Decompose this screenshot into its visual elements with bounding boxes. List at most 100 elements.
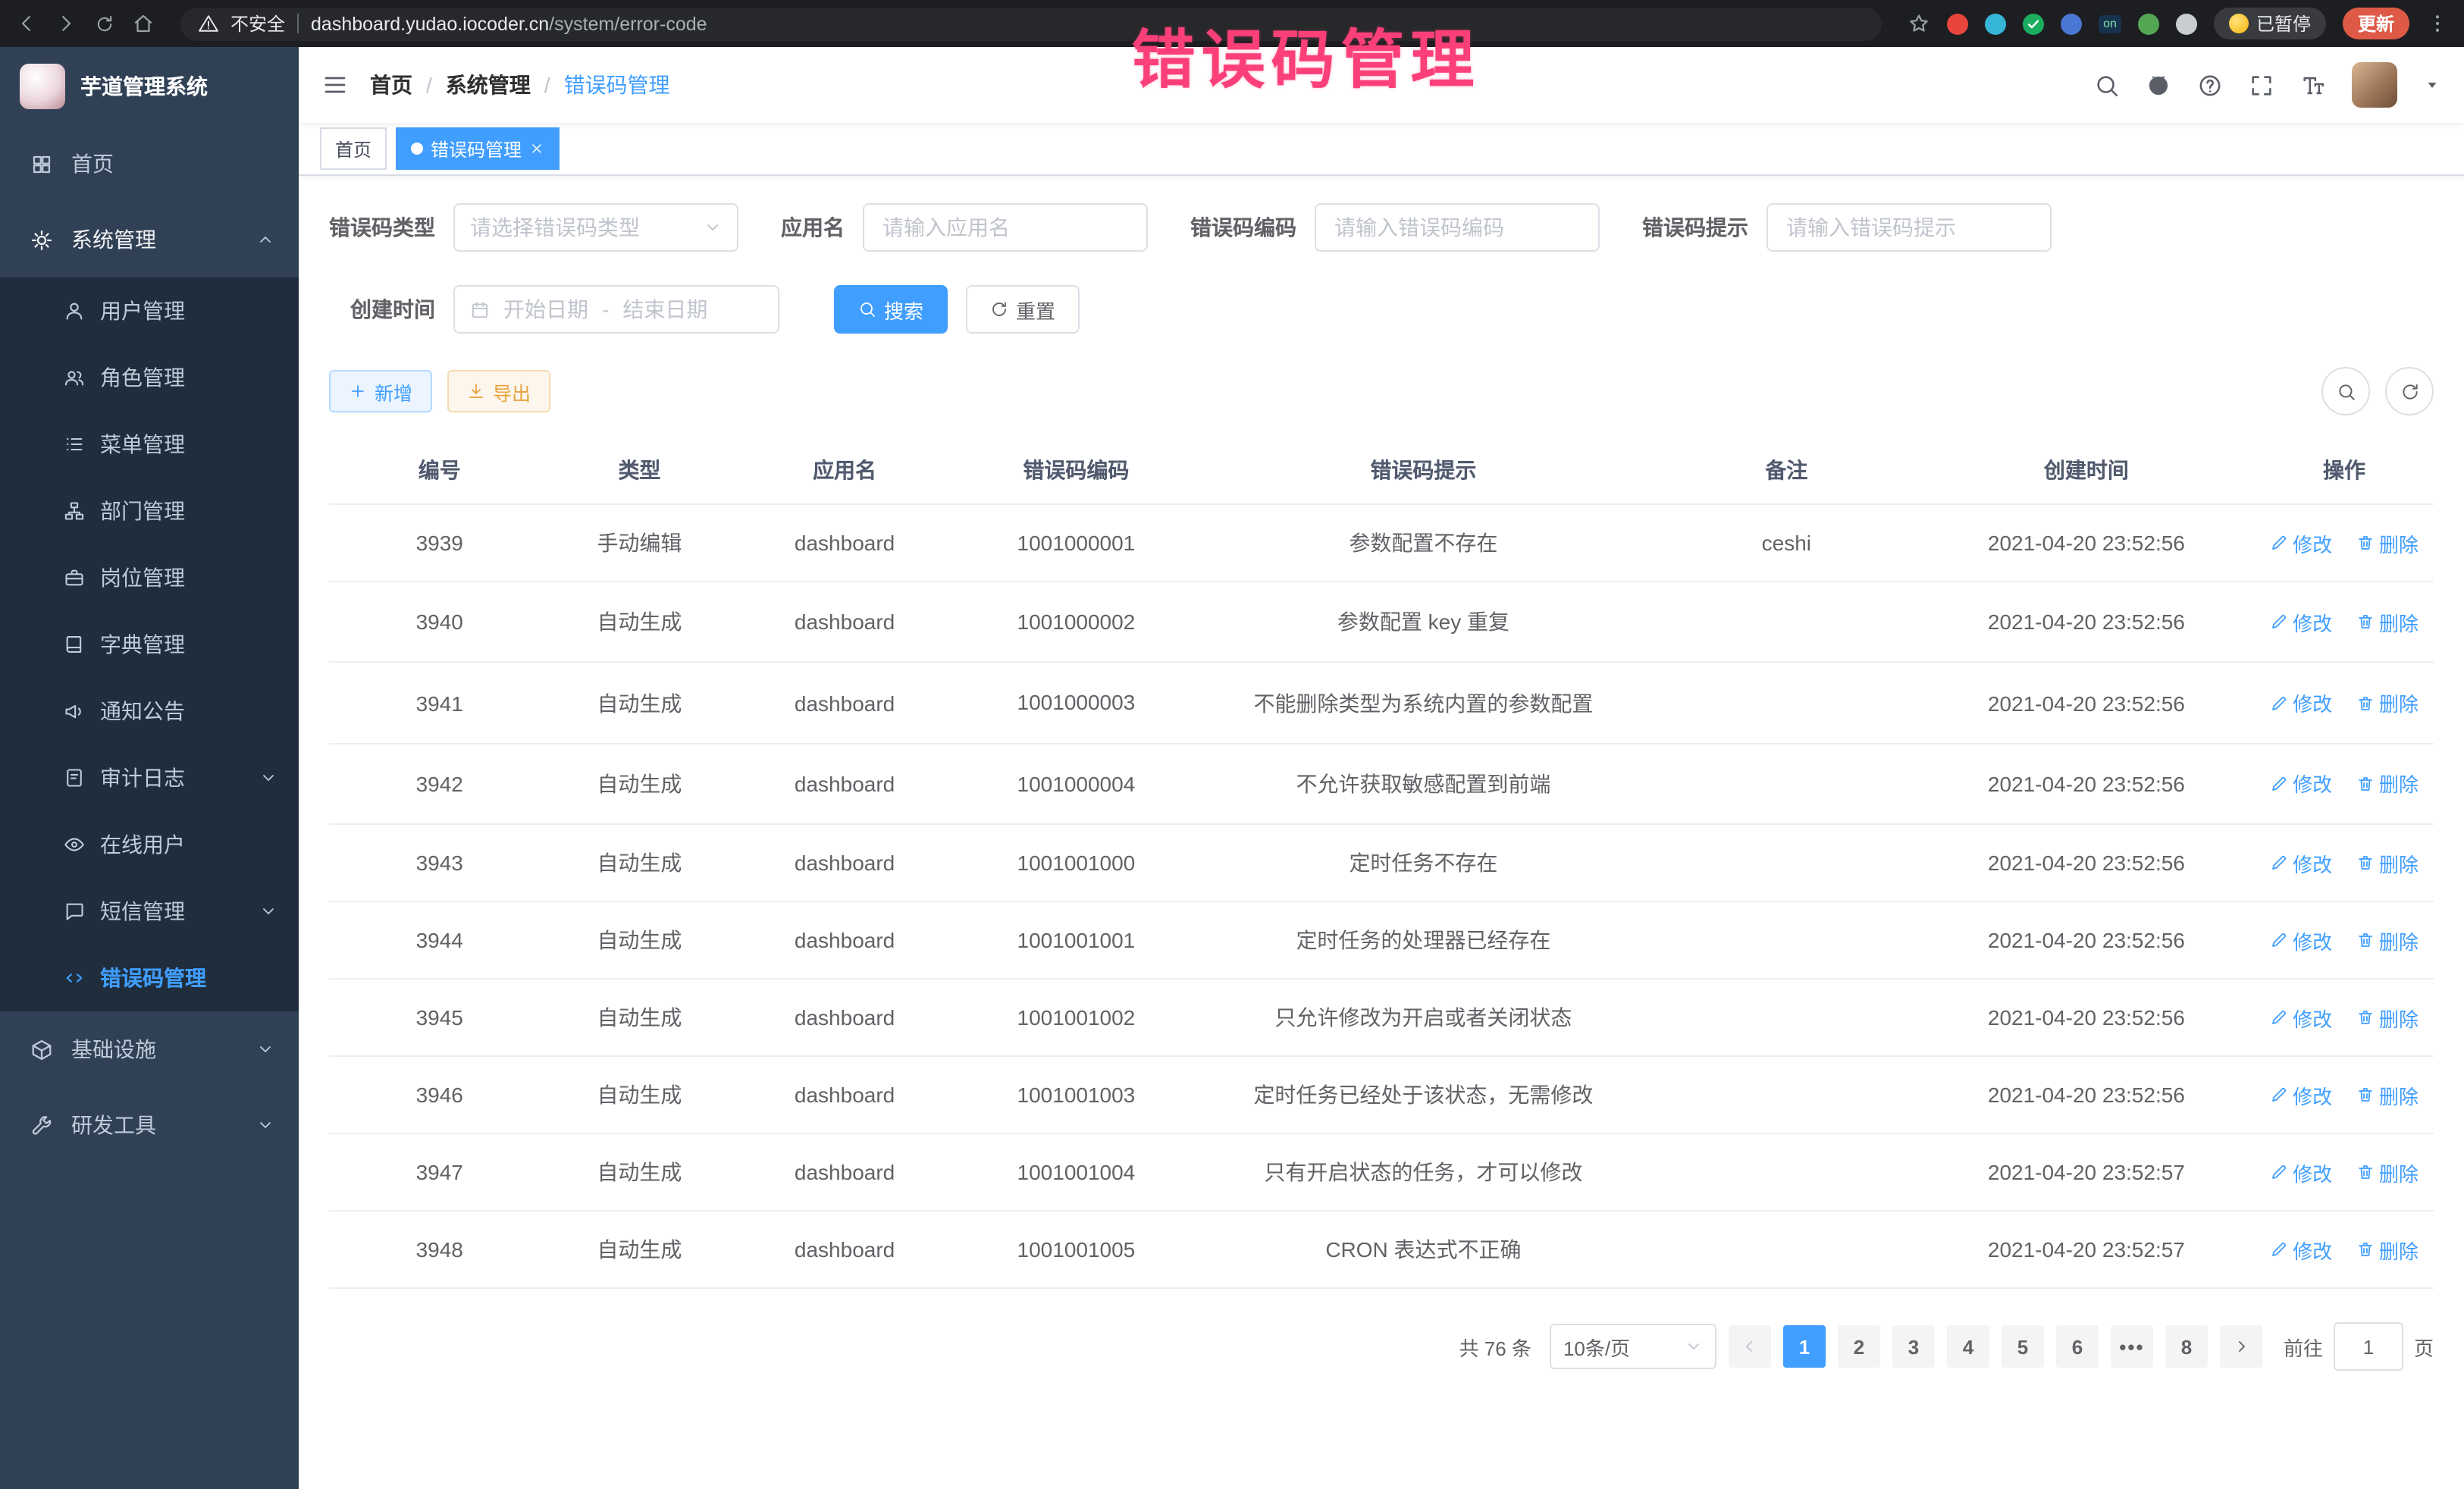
sidebar-subitem[interactable]: 通知公告: [0, 678, 299, 744]
delete-link[interactable]: 删除: [2356, 770, 2419, 798]
edit-link[interactable]: 修改: [2270, 528, 2332, 557]
hamburger-icon[interactable]: [321, 71, 349, 99]
breadcrumb-current: 错误码管理: [564, 70, 670, 100]
page-button-3[interactable]: 3: [1892, 1325, 1935, 1368]
browser-menu-dots-icon[interactable]: [2426, 12, 2449, 35]
fullscreen-icon[interactable]: [2249, 72, 2274, 98]
tab-home[interactable]: 首页: [320, 127, 387, 170]
edit-link[interactable]: 修改: [2270, 1235, 2332, 1264]
toggle-search-button[interactable]: [2321, 367, 2370, 415]
delete-link[interactable]: 删除: [2356, 848, 2419, 877]
edit-link[interactable]: 修改: [2270, 848, 2332, 877]
delete-link[interactable]: 删除: [2356, 607, 2419, 636]
delete-link[interactable]: 删除: [2356, 1003, 2419, 1032]
cell-code: 1001001005: [961, 1211, 1192, 1288]
extension-leaf-icon[interactable]: [2138, 13, 2159, 34]
avatar-caret-down-icon[interactable]: [2423, 76, 2441, 94]
edit-link[interactable]: 修改: [2270, 1080, 2332, 1109]
next-page-button[interactable]: [2220, 1325, 2262, 1368]
delete-link[interactable]: 删除: [2356, 528, 2419, 557]
reset-button[interactable]: 重置: [966, 285, 1080, 334]
user-avatar[interactable]: [2352, 62, 2397, 108]
extension-red-icon[interactable]: [1947, 13, 1968, 34]
browser-address-bar[interactable]: 不安全 dashboard.yudao.iocoder.cn/system/er…: [180, 7, 1882, 40]
filter-label: 错误码提示: [1642, 212, 1748, 243]
delete-link[interactable]: 删除: [2356, 1235, 2419, 1264]
sidebar-item-system[interactable]: 系统管理: [0, 202, 299, 277]
sidebar-subitem[interactable]: 菜单管理: [0, 411, 299, 478]
cell-type: 手动编辑: [550, 504, 729, 581]
delete-link[interactable]: 删除: [2356, 1080, 2419, 1109]
breadcrumb-home[interactable]: 首页: [370, 70, 412, 100]
page-button-8[interactable]: 8: [2165, 1325, 2208, 1368]
extension-blue-icon[interactable]: [2061, 13, 2082, 34]
extension-teal-icon[interactable]: [1985, 13, 2006, 34]
sidebar-item-home[interactable]: 首页: [0, 126, 299, 202]
active-tab-dot: [411, 143, 423, 155]
page-button-2[interactable]: 2: [1838, 1325, 1880, 1368]
bookmark-star-icon[interactable]: [1908, 12, 1930, 35]
search-button[interactable]: 搜索: [834, 285, 948, 334]
sidebar-subitem[interactable]: 审计日志: [0, 744, 299, 811]
column-header-time: 创建时间: [1918, 437, 2255, 504]
sidebar-subitem[interactable]: 短信管理: [0, 878, 299, 945]
edit-link[interactable]: 修改: [2270, 926, 2332, 955]
page-button-1[interactable]: 1: [1783, 1325, 1826, 1368]
tab-error-code[interactable]: 错误码管理: [396, 127, 560, 170]
sidebar-subitem[interactable]: 错误码管理: [0, 945, 299, 1011]
refresh-table-button[interactable]: [2385, 367, 2434, 415]
sidebar-subitem[interactable]: 岗位管理: [0, 544, 299, 611]
delete-link[interactable]: 删除: [2356, 926, 2419, 955]
docs-question-icon[interactable]: [2197, 72, 2223, 98]
date-range-picker[interactable]: 开始日期 - 结束日期: [453, 285, 779, 334]
error-code-input[interactable]: [1315, 203, 1600, 252]
page-button-4[interactable]: 4: [1947, 1325, 1989, 1368]
edit-link[interactable]: 修改: [2270, 1003, 2332, 1032]
sidebar-subitem[interactable]: 字典管理: [0, 611, 299, 678]
add-button[interactable]: 新增: [329, 370, 432, 412]
edit-icon: [2270, 775, 2288, 793]
export-button[interactable]: 导出: [447, 370, 550, 412]
sidebar-subitem[interactable]: 部门管理: [0, 478, 299, 544]
edit-link[interactable]: 修改: [2270, 770, 2332, 798]
edit-link[interactable]: 修改: [2270, 688, 2332, 717]
browser-back-icon[interactable]: [15, 12, 38, 35]
sidebar-item-devtools[interactable]: 研发工具: [0, 1087, 299, 1163]
sidebar-subitem[interactable]: 在线用户: [0, 811, 299, 878]
edit-link[interactable]: 修改: [2270, 607, 2332, 636]
sidebar-subitem[interactable]: 用户管理: [0, 277, 299, 344]
page-button-6[interactable]: 6: [2056, 1325, 2099, 1368]
tab-close-icon[interactable]: [529, 141, 544, 156]
browser-reload-icon[interactable]: [94, 13, 115, 34]
goto-page-input[interactable]: [2334, 1322, 2403, 1371]
sidebar-item-infra[interactable]: 基础设施: [0, 1011, 299, 1087]
table-row: 3948 自动生成 dashboard 1001001005 CRON 表达式不…: [329, 1211, 2434, 1288]
document-icon: [64, 767, 85, 788]
error-code-table: 编号 类型 应用名 错误码编码 错误码提示 备注 创建时间 操作 3939 手动…: [329, 437, 2434, 1289]
app-name-input[interactable]: [863, 203, 1148, 252]
browser-update-button[interactable]: 更新: [2343, 8, 2409, 39]
extension-on-badge[interactable]: on: [2099, 14, 2121, 33]
page-button-•••[interactable]: •••: [2111, 1325, 2153, 1368]
extension-green-check-icon[interactable]: [2023, 13, 2044, 34]
github-icon[interactable]: [2146, 72, 2171, 98]
cell-code: 1001000002: [961, 581, 1192, 663]
delete-link[interactable]: 删除: [2356, 1158, 2419, 1186]
browser-home-icon[interactable]: [132, 12, 155, 35]
browser-forward-icon[interactable]: [55, 12, 77, 35]
breadcrumb-system[interactable]: 系统管理: [446, 70, 531, 100]
page-button-5[interactable]: 5: [2002, 1325, 2044, 1368]
delete-link[interactable]: 删除: [2356, 688, 2419, 717]
sidebar-subitem[interactable]: 角色管理: [0, 344, 299, 411]
error-msg-input[interactable]: [1766, 203, 2052, 252]
cell-remark: [1655, 744, 1918, 825]
previous-page-button[interactable]: [1729, 1325, 1771, 1368]
error-type-select[interactable]: 请选择错误码类型: [453, 203, 738, 252]
font-size-icon[interactable]: [2300, 72, 2326, 98]
table-row: 3943 自动生成 dashboard 1001001000 定时任务不存在 2…: [329, 824, 2434, 901]
extension-paw-icon[interactable]: [2176, 13, 2197, 34]
page-size-select[interactable]: 10条/页: [1550, 1324, 1716, 1369]
header-search-icon[interactable]: [2094, 72, 2120, 98]
profile-paused-chip[interactable]: 已暂停: [2214, 8, 2326, 39]
edit-link[interactable]: 修改: [2270, 1158, 2332, 1186]
